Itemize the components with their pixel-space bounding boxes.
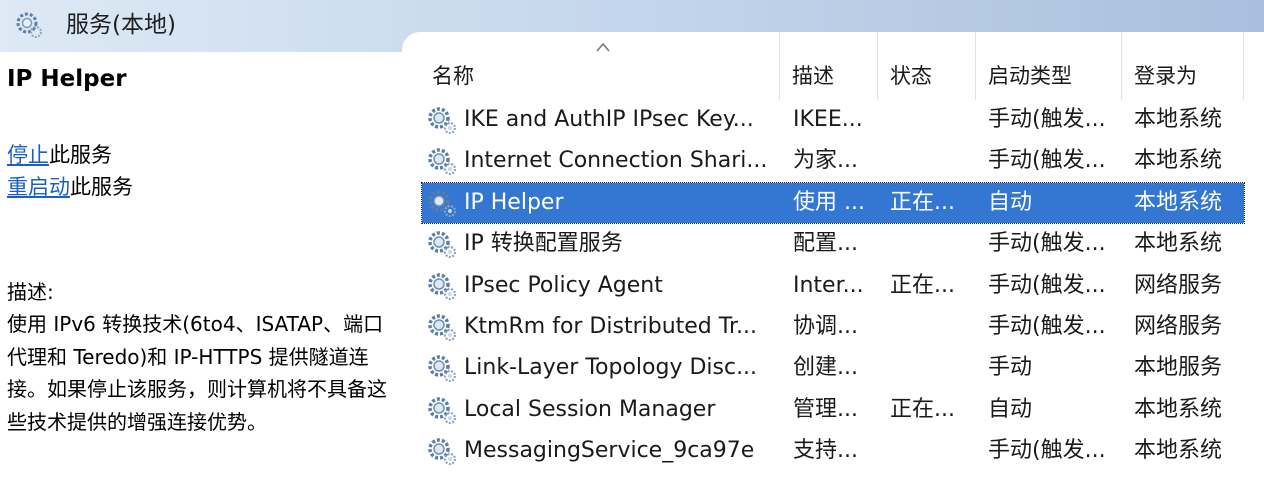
service-logon-as-cell: 网络服务 xyxy=(1134,272,1223,298)
description-text: 使用 IPv6 转换技术(6to4、ISATAP、端口代理和 Teredo)和 … xyxy=(7,312,387,434)
column-header-description-label: 描述 xyxy=(792,64,834,88)
column-header-logon-as[interactable]: 登录为 xyxy=(1122,32,1244,100)
service-title: IP Helper xyxy=(7,66,127,92)
service-description-cell: 支持... xyxy=(793,438,858,464)
column-header-logon-as-label: 登录为 xyxy=(1134,64,1197,88)
service-gear-icon xyxy=(428,190,457,217)
service-row[interactable]: Local Session Manager 管理... 正在... 自动 本地系统 xyxy=(422,390,1244,430)
service-logon-as-cell: 本地系统 xyxy=(1134,107,1223,132)
service-startup-type-cell: 手动(触发... xyxy=(988,107,1106,132)
service-row[interactable]: IP 转换配置服务 配置... 手动(触发... 本地系统 xyxy=(422,224,1244,264)
service-name-cell: KtmRm for Distributed Tr... xyxy=(464,314,757,339)
service-gear-icon xyxy=(428,397,457,424)
service-row[interactable]: Link-Layer Topology Disc... 创建... 手动 本地服务 xyxy=(422,348,1244,388)
service-row[interactable]: Internet Connection Shari... 为家... 手动(触发..… xyxy=(422,141,1244,181)
restart-service-suffix: 此服务 xyxy=(70,175,133,199)
service-name-cell: Internet Connection Shari... xyxy=(464,148,768,174)
service-row[interactable]: IPsec Policy Agent Inter... 正在... 手动(触发... 网… xyxy=(422,266,1244,306)
service-logon-as-cell: 网络服务 xyxy=(1134,314,1223,339)
service-logon-as-cell: 本地服务 xyxy=(1134,355,1223,381)
stop-service-action: 停止此服务 xyxy=(7,140,112,170)
service-name-cell: MessagingService_9ca97e xyxy=(464,438,755,464)
service-name-cell: Local Session Manager xyxy=(464,396,716,422)
service-row[interactable]: IKE and AuthIP IPsec Key... IKEE... 手动(触发.… xyxy=(422,100,1244,140)
column-header-status-label: 状态 xyxy=(890,64,932,88)
service-startup-type-cell: 手动(触发... xyxy=(988,314,1106,339)
service-gear-icon xyxy=(428,355,457,383)
service-gear-icon xyxy=(428,438,457,466)
service-description-cell: 配置... xyxy=(793,231,858,257)
service-name-cell: IKE and AuthIP IPsec Key... xyxy=(464,107,754,132)
column-header-description[interactable]: 描述 xyxy=(780,32,878,100)
service-description-cell: Inter... xyxy=(793,272,864,298)
service-gear-icon xyxy=(428,272,457,300)
service-startup-type-cell: 手动 xyxy=(988,355,1033,381)
service-logon-as-cell: 本地系统 xyxy=(1134,189,1223,215)
service-logon-as-cell: 本地系统 xyxy=(1134,148,1223,174)
service-gear-icon xyxy=(428,107,457,135)
restart-service-action: 重启动此服务 xyxy=(7,172,133,202)
column-header-status[interactable]: 状态 xyxy=(878,32,976,100)
service-description-cell: 创建... xyxy=(793,355,858,381)
service-startup-type-cell: 自动 xyxy=(988,396,1033,422)
service-status-cell: 正在... xyxy=(890,189,955,215)
column-header-startup-type-label: 启动类型 xyxy=(988,64,1072,88)
service-description-cell: 管理... xyxy=(793,396,858,422)
service-description-cell: 为家... xyxy=(793,148,858,174)
service-name-cell: Link-Layer Topology Disc... xyxy=(464,355,758,381)
service-gear-icon xyxy=(428,231,457,259)
service-description-cell: IKEE... xyxy=(793,107,863,132)
service-gear-icon xyxy=(428,314,457,342)
service-detail-pane: IP Helper 停止此服务 重启动此服务 描述: 使用 IPv6 转换技术(… xyxy=(0,52,410,482)
service-startup-type-cell: 手动(触发... xyxy=(988,148,1106,174)
service-row[interactable]: MessagingService_9ca97e 支持... 手动(触发... 本地系统 xyxy=(422,431,1244,471)
description-label: 描述: xyxy=(7,280,54,304)
service-startup-type-cell: 手动(触发... xyxy=(988,231,1106,257)
column-header-startup-type[interactable]: 启动类型 xyxy=(976,32,1122,100)
service-startup-type-cell: 自动 xyxy=(988,189,1033,215)
restart-service-link[interactable]: 重启动 xyxy=(7,175,70,199)
service-startup-type-cell: 手动(触发... xyxy=(988,272,1106,298)
service-status-cell: 正在... xyxy=(890,396,955,422)
service-name-cell: IP 转换配置服务 xyxy=(464,231,623,257)
service-logon-as-cell: 本地系统 xyxy=(1134,438,1223,464)
panel-title: 服务(本地) xyxy=(66,12,176,38)
stop-service-suffix: 此服务 xyxy=(49,143,112,167)
service-row[interactable]: KtmRm for Distributed Tr... 协调... 手动(触发...… xyxy=(422,307,1244,347)
service-row[interactable]: IP Helper 使用 ... 正在... 自动 本地系统 xyxy=(421,181,1245,224)
service-description-cell: 使用 ... xyxy=(793,189,865,215)
service-name-cell: IP Helper xyxy=(464,189,564,215)
service-name-cell: IPsec Policy Agent xyxy=(464,272,663,298)
service-logon-as-cell: 本地系统 xyxy=(1134,231,1223,257)
service-status-cell: 正在... xyxy=(890,272,955,298)
column-header-name[interactable]: 名称 xyxy=(420,32,780,100)
service-description-cell: 协调... xyxy=(793,314,858,339)
services-gear-icon xyxy=(16,12,42,38)
service-startup-type-cell: 手动(触发... xyxy=(988,438,1106,464)
service-logon-as-cell: 本地系统 xyxy=(1134,396,1223,422)
column-header-name-label: 名称 xyxy=(432,64,474,88)
services-list-pane: 名称 描述 状态 启动类型 登录为 IKE and AuthIP IPsec K… xyxy=(402,32,1264,482)
service-gear-icon xyxy=(428,148,457,176)
stop-service-link[interactable]: 停止 xyxy=(7,143,49,167)
